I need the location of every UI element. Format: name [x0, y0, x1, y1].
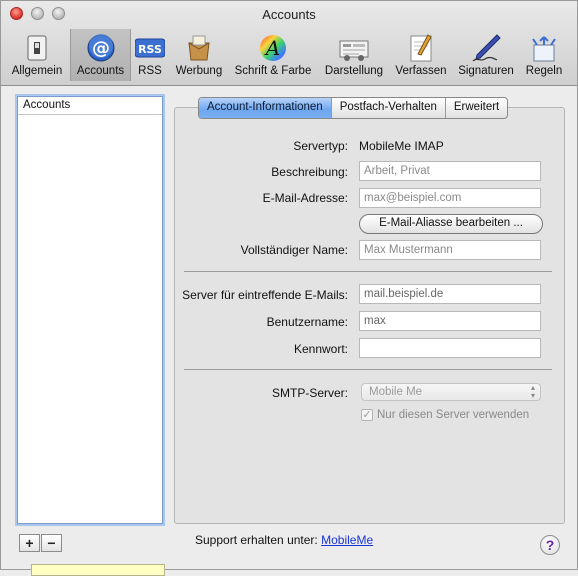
divider	[184, 271, 552, 272]
toolbar-item-rss[interactable]: RSS RSS	[130, 29, 170, 81]
servertype-label: Servertyp:	[293, 139, 348, 153]
switch-icon	[27, 35, 47, 61]
toolbar-item-regeln[interactable]: Regeln	[521, 29, 567, 81]
toolbar-label: Allgemein	[11, 65, 63, 77]
smtp-server-select[interactable]: Mobile Me ▴ ▾	[361, 383, 541, 401]
toolbar-item-schrift-farbe[interactable]: A Schrift & Farbe	[231, 29, 315, 81]
edit-email-aliases-button[interactable]: E-Mail-Aliasse bearbeiten ...	[359, 214, 543, 234]
junk-mail-icon	[188, 35, 210, 61]
username-label: Benutzername:	[266, 315, 348, 329]
only-this-server-checkbox[interactable]: ✓	[361, 409, 373, 421]
incoming-server-field[interactable]: mail.beispiel.de	[359, 284, 541, 304]
toolbar-label: Verfassen	[395, 65, 447, 77]
tab-erweitert[interactable]: Erweitert	[446, 98, 507, 118]
accounts-list-header: Accounts	[18, 97, 162, 115]
only-this-server-label: Nur diesen Server verwenden	[377, 409, 530, 421]
toolbar-label: Darstellung	[324, 65, 384, 77]
divider	[184, 369, 552, 370]
support-label: Support erhalten unter:	[195, 533, 322, 547]
fullname-field[interactable]: Max Mustermann	[359, 240, 541, 260]
incoming-server-label: Server für eintreffende E-Mails:	[182, 288, 348, 302]
toolbar-label: Schrift & Farbe	[234, 65, 312, 77]
accounts-list[interactable]: Accounts	[17, 96, 163, 524]
support-text: Support erhalten unter: MobileMe	[195, 533, 373, 547]
password-label: Kennwort:	[293, 342, 348, 356]
remove-account-button[interactable]: −	[41, 534, 62, 552]
svg-text:RSS: RSS	[138, 43, 162, 56]
help-button[interactable]: ?	[540, 535, 560, 555]
toolbar-label: RSS	[138, 65, 162, 77]
smtp-server-value: Mobile Me	[369, 386, 423, 398]
svg-text:A: A	[264, 36, 280, 60]
username-field[interactable]: max	[359, 311, 541, 331]
smtp-server-label: SMTP-Server:	[271, 386, 348, 400]
toolbar-item-werbung[interactable]: Werbung	[172, 29, 226, 81]
toolbar-item-verfassen[interactable]: Verfassen	[393, 29, 449, 81]
tab-account-informationen[interactable]: Account-Informationen	[199, 98, 332, 118]
font-color-icon: A	[260, 35, 286, 61]
mobileme-support-link[interactable]: MobileMe	[321, 533, 373, 547]
viewing-icon	[339, 40, 369, 61]
title-bar: Accounts Allgemein @ Accounts RSS RSS We…	[1, 1, 577, 86]
toolbar-label: Signaturen	[458, 65, 514, 77]
add-account-button[interactable]: +	[19, 534, 40, 552]
toolbar-item-darstellung[interactable]: Darstellung	[321, 29, 387, 81]
servertype-value: MobileMe IMAP	[359, 139, 444, 153]
toolbar-label: Accounts	[76, 65, 125, 77]
tab-postfach-verhalten[interactable]: Postfach-Verhalten	[332, 98, 446, 118]
fullname-label: Vollständiger Name:	[240, 243, 348, 257]
toolbar-label: Regeln	[525, 65, 563, 77]
tab-bar: Account-Informationen Postfach-Verhalten…	[198, 97, 509, 119]
compose-icon	[410, 34, 432, 62]
email-field[interactable]: max@beispiel.com	[359, 188, 541, 208]
toolbar-item-allgemein[interactable]: Allgemein	[5, 29, 69, 81]
email-label: E-Mail-Adresse:	[262, 191, 348, 205]
toolbar-label: Werbung	[175, 65, 223, 77]
stepper-arrows-icon: ▴ ▾	[530, 383, 535, 400]
at-sign-icon: @	[87, 34, 114, 62]
preferences-window: Accounts Allgemein @ Accounts RSS RSS We…	[0, 0, 578, 576]
svg-text:@: @	[92, 38, 110, 59]
description-label: Beschreibung:	[271, 165, 348, 179]
window-title: Accounts	[262, 7, 316, 22]
password-field[interactable]	[359, 338, 541, 358]
toolbar-item-accounts[interactable]: @ Accounts	[70, 29, 131, 81]
rules-icon	[532, 36, 556, 62]
signature-pen-icon	[472, 34, 501, 62]
tooltip	[31, 564, 165, 576]
description-field[interactable]: Arbeit, Privat	[359, 161, 541, 181]
rss-icon: RSS	[135, 38, 165, 58]
toolbar-item-signaturen[interactable]: Signaturen	[453, 29, 519, 81]
